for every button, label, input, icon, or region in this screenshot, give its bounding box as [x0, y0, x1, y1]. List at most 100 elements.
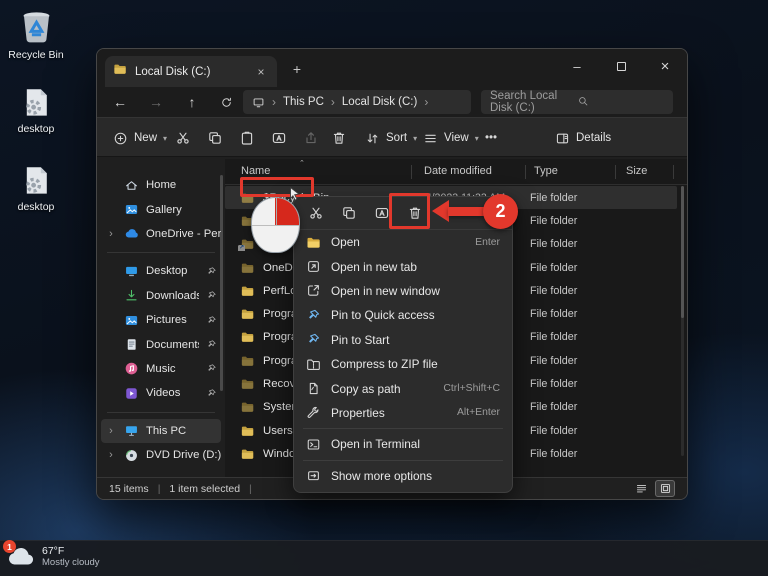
file-type: File folder [521, 285, 631, 297]
system-file-icon [20, 162, 52, 198]
sidebar-item-this-pc[interactable]: › This PC [101, 419, 221, 443]
cut-button[interactable] [169, 125, 197, 151]
file-type: File folder [521, 238, 631, 250]
column-size[interactable]: Size [626, 165, 647, 177]
menu-item-pin-to-start[interactable]: Pin to Start [294, 328, 512, 352]
sidebar-item-label: Music [146, 363, 199, 375]
new-tab-button[interactable]: + [287, 61, 307, 77]
item-count: 15 items [109, 483, 149, 495]
menu-item-label: Properties [331, 406, 385, 420]
sidebar-item-downloads[interactable]: Downloads [101, 284, 221, 308]
annotation-arrow-bar [448, 207, 484, 216]
desktop-icon-label: Recycle Bin [8, 49, 63, 61]
copy-button[interactable] [201, 125, 229, 151]
menu-item-pin-to-quick-access[interactable]: Pin to Quick access [294, 303, 512, 327]
column-name[interactable]: Name [241, 165, 270, 177]
details-pane-button[interactable]: Details [549, 125, 617, 151]
breadcrumb[interactable]: ›This PC›Local Disk (C:)› [243, 90, 471, 114]
sort-button[interactable]: Sort▾ [359, 125, 423, 151]
menu-item-compress-to-zip-file[interactable]: Compress to ZIP file [294, 352, 512, 376]
new-button[interactable]: New▾ [107, 125, 173, 151]
delete-button[interactable] [325, 125, 353, 151]
desktop-icon-label: desktop [18, 201, 55, 213]
share-button[interactable] [297, 125, 325, 151]
large-icons-view-toggle[interactable] [655, 480, 675, 497]
search-box[interactable]: Search Local Disk (C:) [481, 90, 673, 114]
pin-icon [206, 315, 217, 326]
expand-chevron[interactable]: › [105, 228, 117, 240]
sidebar-item-dvd-drive-d-c[interactable]: ›DVD Drive (D:) C [101, 443, 221, 467]
sidebar-item-label: Home [146, 179, 221, 191]
view-button[interactable]: View▾ [417, 125, 485, 151]
pin-icon [206, 339, 217, 350]
sidebar-item-videos[interactable]: Videos [101, 381, 221, 405]
details-view-toggle[interactable] [631, 480, 651, 497]
refresh-button[interactable] [213, 90, 239, 114]
mouse-right-click-graphic [251, 197, 300, 253]
file-type: File folder [521, 401, 631, 413]
column-type[interactable]: Type [534, 165, 558, 177]
weather-widget[interactable]: 1 67°F Mostly cloudy [6, 544, 100, 568]
desktop-icon-desktop[interactable]: desktop [1, 84, 71, 135]
folder-icon [113, 62, 127, 81]
desktop-icon-recycle-bin[interactable]: Recycle Bin [1, 6, 71, 61]
paste-button[interactable] [233, 125, 261, 151]
breadcrumb-segment[interactable]: This PC [283, 96, 324, 108]
menu-item-open-in-new-window[interactable]: Open in new window [294, 279, 512, 303]
minimize-button[interactable]: – [555, 49, 599, 83]
desktop-icon-desktop[interactable]: desktop [1, 162, 71, 213]
menu-item-open[interactable]: OpenEnter [294, 230, 512, 254]
expand-chevron[interactable]: › [105, 425, 117, 437]
sidebar: Home Gallery›OneDrive - Pers Desktop Downlo… [97, 159, 225, 477]
shortcut-overlay-icon: ↗ [238, 245, 245, 251]
breadcrumb-segment[interactable]: Local Disk (C:) [342, 96, 417, 108]
chevron-right-icon: › [331, 95, 335, 109]
sidebar-item-music[interactable]: Music [101, 357, 221, 381]
menu-item-copy-as-path[interactable]: Copy as pathCtrl+Shift+C [294, 376, 512, 400]
pin-icon [206, 290, 217, 301]
menu-cut-button[interactable] [308, 205, 324, 221]
menu-rename-button[interactable] [374, 205, 390, 221]
menu-item-label: Open [331, 235, 360, 249]
menu-item-label: Open in new tab [331, 260, 417, 274]
close-button[interactable]: × [643, 49, 687, 83]
sidebar-item-onedrive-pers[interactable]: ›OneDrive - Pers [101, 222, 221, 246]
chevron-right-icon: › [424, 95, 428, 109]
expand-chevron[interactable]: › [105, 449, 117, 461]
menu-item-label: Show more options [331, 469, 432, 483]
back-button[interactable]: ← [107, 90, 133, 114]
explorer-tab[interactable]: Local Disk (C:) × [105, 56, 277, 87]
column-date-modified[interactable]: Date modified [424, 165, 492, 177]
forward-button[interactable]: → [143, 90, 169, 114]
annotation-step-badge: 2 [483, 194, 518, 229]
menu-item-label: Pin to Quick access [331, 308, 435, 322]
menu-copy-button[interactable] [341, 205, 357, 221]
tab-close-icon[interactable]: × [253, 65, 269, 79]
menu-item-shortcut: Ctrl+Shift+C [443, 383, 500, 394]
up-button[interactable]: ↑ [179, 90, 205, 114]
file-list-scrollbar[interactable] [681, 186, 684, 456]
sidebar-item-pictures[interactable]: Pictures [101, 308, 221, 332]
sidebar-item-home[interactable]: Home [101, 173, 221, 197]
sidebar-item-label: This PC [146, 425, 221, 437]
folder-icon [239, 261, 256, 275]
sidebar-item-documents[interactable]: Documents [101, 332, 221, 356]
cursor-icon [288, 186, 302, 201]
sidebar-item-gallery[interactable]: Gallery [101, 197, 221, 221]
menu-item-show-more-options[interactable]: Show more options [294, 464, 512, 488]
rename-button[interactable] [265, 125, 293, 151]
menu-item-open-in-terminal[interactable]: Open in Terminal [294, 432, 512, 456]
see-more-button[interactable]: ••• [479, 125, 503, 151]
folder-icon [239, 447, 256, 461]
taskbar: 1 67°F Mostly cloudy Search [0, 540, 768, 576]
sidebar-item-label: Downloads [146, 290, 199, 302]
context-menu: OpenEnter Open in new tab Open in new wind… [293, 196, 513, 493]
sidebar-item-desktop[interactable]: Desktop [101, 259, 221, 283]
maximize-button[interactable] [599, 49, 643, 83]
menu-item-properties[interactable]: PropertiesAlt+Enter [294, 401, 512, 425]
file-type: File folder [521, 448, 631, 460]
menu-item-open-in-new-tab[interactable]: Open in new tab [294, 254, 512, 278]
pin-icon [206, 266, 217, 277]
desktop-icon-label: desktop [18, 123, 55, 135]
folder-icon [239, 307, 256, 321]
